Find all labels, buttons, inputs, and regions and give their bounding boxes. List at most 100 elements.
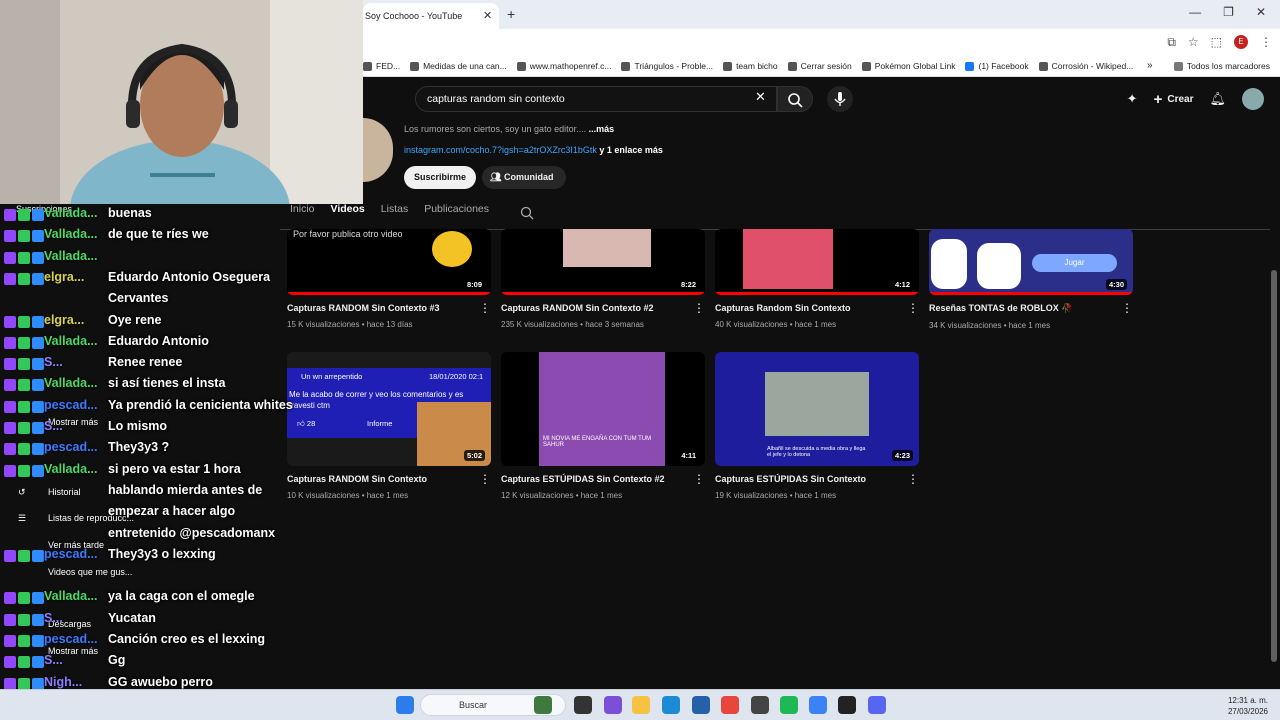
video-menu-icon[interactable]: ⋮ (1121, 301, 1133, 315)
video-menu-icon[interactable]: ⋮ (479, 472, 491, 486)
all-bookmarks[interactable]: Todos los marcadores (1173, 61, 1270, 71)
search-input[interactable]: capturas random sin contexto (415, 86, 777, 112)
video-menu-icon[interactable]: ⋮ (693, 472, 705, 486)
video-menu-icon[interactable]: ⋮ (693, 301, 705, 315)
video-thumbnail[interactable]: MI NOVIA ME ENGAÑA CON TUM TUM SAHUR 4:1… (501, 352, 705, 466)
bookmark-item[interactable]: Corrosión - Wikiped... (1038, 61, 1133, 71)
video-thumbnail[interactable]: Por favor publica otro video 8:09 (287, 229, 491, 295)
chat-username[interactable]: pescad... (44, 398, 108, 412)
obs-icon[interactable] (751, 696, 769, 714)
create-button[interactable]: + Crear (1154, 91, 1194, 108)
search-button[interactable] (777, 86, 813, 112)
bookmark-star-icon[interactable]: ☆ (1188, 35, 1199, 50)
page-scrollbar[interactable] (1271, 270, 1277, 662)
close-tab-icon[interactable]: ✕ (483, 9, 492, 22)
discord-icon[interactable] (868, 696, 886, 714)
tab-listas[interactable]: Listas (381, 203, 408, 215)
community-button[interactable]: 👥︎ Comunidad (482, 166, 566, 189)
video-menu-icon[interactable]: ⋮ (907, 301, 919, 315)
close-window-icon[interactable]: ✕ (1256, 5, 1266, 19)
video-title[interactable]: Capturas RANDOM Sin Contexto (287, 474, 491, 484)
profile-avatar[interactable]: E (1234, 35, 1248, 49)
chat-username[interactable]: Vallada... (44, 249, 108, 263)
chat-username[interactable]: elgra... (44, 313, 108, 327)
video-title[interactable]: Capturas ESTÚPIDAS Sin Contexto #2 (501, 474, 705, 484)
new-tab-button[interactable]: + (507, 6, 515, 22)
chat-username[interactable]: elgra... (44, 270, 108, 284)
widget-icon[interactable] (534, 696, 552, 714)
start-icon[interactable] (396, 696, 414, 714)
subscribe-button[interactable]: Suscribirme (404, 166, 476, 189)
bookmark-item[interactable]: FED... (363, 61, 400, 71)
minimize-icon[interactable]: — (1189, 5, 1201, 19)
extensions-icon[interactable]: ⬚ (1211, 35, 1222, 50)
store-icon[interactable] (692, 696, 710, 714)
bookmark-item[interactable]: Cerrar sesión (787, 61, 852, 71)
video-title[interactable]: Capturas ESTÚPIDAS Sin Contexto (715, 474, 919, 484)
video-card[interactable]: 4:12 Capturas Random Sin Contexto ⋮ 40 K… (715, 229, 919, 329)
browser-tab[interactable]: Soy Cochooo - YouTube ✕ (363, 3, 499, 29)
user-avatar[interactable] (1242, 88, 1264, 110)
chat-username[interactable]: Vallada... (44, 206, 108, 220)
capcut-icon[interactable] (838, 696, 856, 714)
video-thumbnail[interactable]: 4:12 (715, 229, 919, 295)
video-thumbnail[interactable]: Jugar 4:30 (929, 229, 1133, 295)
video-card[interactable]: Jugar 4:30 Reseñas TONTAS de ROBLOX 🥀 ⋮ … (929, 229, 1133, 330)
instagram-link[interactable]: instagram.com/cocho.7?igsh=a2trOXZrc3I1b… (404, 145, 597, 155)
video-thumbnail[interactable]: 8:22 (501, 229, 705, 295)
spotify-icon[interactable] (780, 696, 798, 714)
chat-username[interactable]: S... (44, 611, 108, 625)
chat-username[interactable]: Vallada... (44, 589, 108, 603)
chat-username[interactable]: pescad... (44, 440, 108, 454)
chat-username[interactable]: Vallada... (44, 334, 108, 348)
bookmark-item[interactable]: Medidas de una can... (410, 61, 507, 71)
tab-publicaciones[interactable]: Publicaciones (424, 203, 489, 215)
video-card[interactable]: Albañil se descuida a media obra y llega… (715, 352, 919, 500)
edge-icon[interactable] (662, 696, 680, 714)
chat-username[interactable]: pescad... (44, 547, 108, 561)
chat-username[interactable]: S... (44, 653, 108, 667)
notifications-icon[interactable]: 🔔︎ (1209, 91, 1226, 107)
tab-videos[interactable]: Videos (331, 203, 365, 215)
more-link[interactable]: ...más (589, 124, 615, 134)
copilot-icon[interactable] (604, 696, 622, 714)
channel-search-icon[interactable] (520, 206, 534, 220)
chat-username[interactable]: Vallada... (44, 376, 108, 390)
system-clock[interactable]: 12:31 a. m. 27/03/2026 (1228, 695, 1268, 717)
channel-description[interactable]: Los rumores son ciertos, soy un gato edi… (404, 124, 614, 134)
bookmarks-overflow-icon[interactable]: » (1147, 60, 1153, 71)
chat-username[interactable]: Nigh... (44, 675, 108, 689)
app-icon[interactable] (809, 696, 827, 714)
video-title[interactable]: Capturas RANDOM Sin Contexto #3 (287, 303, 491, 313)
video-thumbnail[interactable]: Un wn arrepentido 18/01/2020 02:1 Me la … (287, 352, 491, 466)
video-title[interactable]: Capturas RANDOM Sin Contexto #2 (501, 303, 705, 313)
video-menu-icon[interactable]: ⋮ (907, 472, 919, 486)
clear-search-icon[interactable]: ✕ (755, 89, 766, 105)
chat-username[interactable]: Vallada... (44, 462, 108, 476)
video-title[interactable]: Reseñas TONTAS de ROBLOX 🥀 (929, 303, 1133, 314)
bookmark-item[interactable]: www.mathopenref.c... (516, 61, 611, 71)
more-links[interactable]: y 1 enlace más (599, 145, 663, 155)
chat-username[interactable]: S... (44, 419, 108, 433)
video-thumbnail[interactable]: Albañil se descuida a media obra y llega… (715, 352, 919, 466)
bookmark-item[interactable]: Triángulos - Proble... (621, 61, 713, 71)
cast-icon[interactable]: ⧉ (1167, 35, 1176, 50)
video-menu-icon[interactable]: ⋮ (479, 301, 491, 315)
video-card[interactable]: Por favor publica otro video 8:09 Captur… (287, 229, 491, 329)
file-explorer-icon[interactable] (632, 696, 650, 714)
create-ai-icon[interactable]: ✦ (1127, 91, 1138, 107)
voice-search-button[interactable] (827, 86, 853, 112)
bookmark-item[interactable]: Pokémon Global Link (861, 61, 955, 71)
chat-username[interactable]: pescad... (44, 632, 108, 646)
chat-username[interactable]: S... (44, 355, 108, 369)
task-view-icon[interactable] (574, 696, 592, 714)
video-card[interactable]: MI NOVIA ME ENGAÑA CON TUM TUM SAHUR 4:1… (501, 352, 705, 500)
bookmark-item[interactable]: team bicho (723, 61, 778, 71)
maximize-icon[interactable]: ❐ (1223, 5, 1234, 19)
menu-icon[interactable]: ⋮ (1260, 35, 1272, 50)
chrome-icon[interactable] (721, 696, 739, 714)
video-card[interactable]: 8:22 Capturas RANDOM Sin Contexto #2 ⋮ 2… (501, 229, 705, 329)
bookmark-item[interactable]: (1) Facebook (965, 61, 1029, 71)
video-card[interactable]: Un wn arrepentido 18/01/2020 02:1 Me la … (287, 352, 491, 500)
chat-username[interactable]: Vallada... (44, 227, 108, 241)
